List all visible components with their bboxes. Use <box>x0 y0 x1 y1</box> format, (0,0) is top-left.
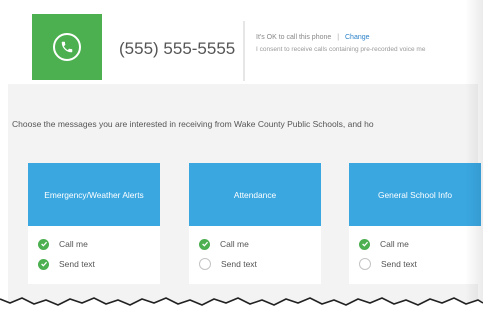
card-attendance: Attendance Call me Send text <box>189 163 321 284</box>
phone-tile <box>32 14 102 80</box>
option-call-me[interactable]: Call me <box>359 234 471 254</box>
card-title: Emergency/Weather Alerts <box>28 163 160 226</box>
phone-icon <box>53 33 81 61</box>
change-link[interactable]: Change <box>345 34 370 41</box>
torn-paper-frame: (555) 555-5555 It's OK to call this phon… <box>0 0 483 311</box>
card-general-school-info: General School Info Call me Send text <box>349 163 481 284</box>
check-icon[interactable] <box>359 238 370 250</box>
check-icon[interactable] <box>38 238 49 250</box>
unchecked-circle-icon[interactable] <box>359 258 371 270</box>
option-label: Call me <box>380 239 409 249</box>
option-call-me[interactable]: Call me <box>199 234 311 254</box>
separator: | <box>337 34 340 41</box>
torn-bottom-edge <box>0 297 483 311</box>
intro-text: Choose the messages you are interested i… <box>12 119 374 129</box>
divider <box>243 21 245 81</box>
ok-to-call-text: It's OK to call this phone | Change <box>256 34 370 41</box>
screenshot-sheet: (555) 555-5555 It's OK to call this phon… <box>0 0 483 311</box>
ok-to-call-label: It's OK to call this phone <box>256 34 332 41</box>
card-title: General School Info <box>349 163 481 226</box>
consent-text: I consent to receive calls containing pr… <box>256 46 426 53</box>
option-send-text[interactable]: Send text <box>38 254 150 274</box>
option-label: Send text <box>221 259 257 269</box>
card-title: Attendance <box>189 163 321 226</box>
card-emergency-weather: Emergency/Weather Alerts Call me Send te… <box>28 163 160 284</box>
option-label: Call me <box>59 239 88 249</box>
card-options: Call me Send text <box>189 226 321 274</box>
phone-row: (555) 555-5555 It's OK to call this phon… <box>8 8 470 81</box>
option-call-me[interactable]: Call me <box>38 234 150 254</box>
unchecked-circle-icon[interactable] <box>199 258 211 270</box>
phone-number: (555) 555-5555 <box>119 39 236 58</box>
option-label: Send text <box>381 259 417 269</box>
option-send-text[interactable]: Send text <box>199 254 311 274</box>
right-edge-shadow <box>465 0 483 311</box>
option-label: Call me <box>220 239 249 249</box>
check-icon[interactable] <box>199 238 210 250</box>
option-send-text[interactable]: Send text <box>359 254 471 274</box>
check-icon[interactable] <box>38 258 49 270</box>
card-options: Call me Send text <box>349 226 481 274</box>
card-options: Call me Send text <box>28 226 160 274</box>
option-label: Send text <box>59 259 95 269</box>
